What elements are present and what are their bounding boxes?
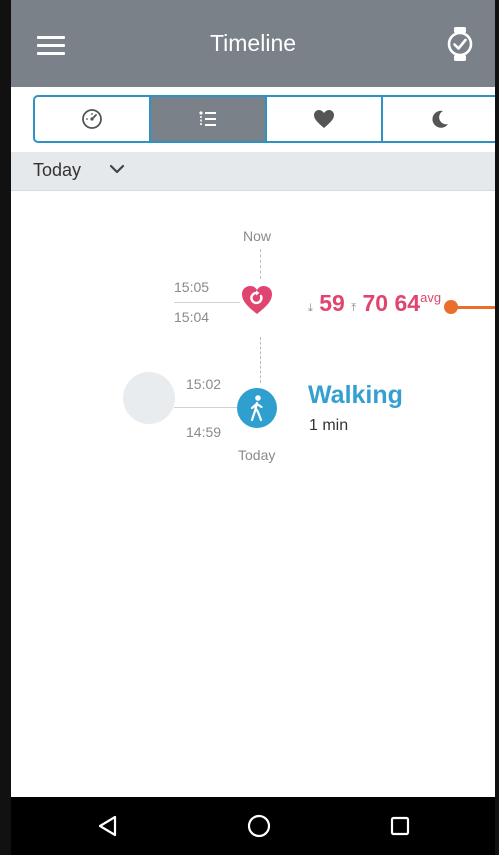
home-circle-icon[interactable] (244, 811, 274, 841)
moon-sleep-icon (432, 110, 448, 128)
heart-entry-end-time: 15:04 (174, 309, 210, 325)
dashboard-gauge-icon (82, 109, 102, 129)
device-frame-left (0, 0, 11, 855)
min-arrow-icon: ⤓ (308, 302, 313, 314)
activity-duration: 1 min (309, 417, 349, 434)
device-frame-right (495, 0, 499, 855)
activity-start-time: 15:02 (186, 376, 222, 392)
heart-rate-avg: 64 (394, 290, 421, 316)
tab-sleep[interactable] (383, 97, 495, 141)
tab-heart-rate[interactable] (267, 97, 383, 141)
heart-entry-start-time: 15:05 (174, 279, 210, 295)
now-label: Now (243, 228, 272, 244)
app-screen: Timeline Today Now 15:05 15:04 ⤓ 59 ⤒ 70… (11, 0, 495, 797)
today-label: Today (238, 447, 276, 463)
tab-dashboard[interactable] (35, 97, 151, 141)
activity-name[interactable]: Walking (308, 381, 403, 410)
heart-rate-min: 59 (319, 290, 345, 316)
date-filter-label: Today (33, 160, 82, 180)
timeline-connector (260, 249, 261, 279)
heart-rate-max: 70 (362, 290, 389, 316)
timeline-view: Now 15:05 15:04 ⤓ 59 ⤒ 70 64avg 15:02 14… (11, 191, 495, 797)
timeline-connector (260, 337, 261, 383)
ghost-bubble (123, 372, 175, 424)
walking-icon[interactable] (237, 388, 277, 428)
timeline-list-icon (199, 111, 216, 126)
app-bar: Timeline (11, 0, 495, 87)
heart-entry-rule (174, 302, 240, 303)
max-arrow-icon: ⤒ (351, 302, 357, 314)
chevron-down-icon[interactable] (109, 163, 125, 175)
recents-square-icon[interactable] (385, 811, 415, 841)
system-nav-bar (11, 797, 495, 855)
activity-rule (174, 407, 237, 408)
heart-rate-icon[interactable] (240, 284, 274, 316)
view-tab-bar (33, 95, 495, 143)
back-triangle-icon[interactable] (93, 811, 123, 841)
heart-rate-avg-label: avg (420, 290, 442, 305)
page-title: Timeline (209, 30, 297, 56)
date-filter[interactable]: Today (11, 152, 495, 190)
tab-timeline[interactable] (151, 97, 267, 141)
activity-end-time: 14:59 (186, 424, 222, 440)
watch-sync-icon[interactable] (445, 26, 475, 62)
heart-icon (314, 110, 334, 128)
annotation-pointer-dot (444, 300, 458, 314)
heart-rate-summary: ⤓ 59 ⤒ 70 64avg (308, 290, 441, 317)
